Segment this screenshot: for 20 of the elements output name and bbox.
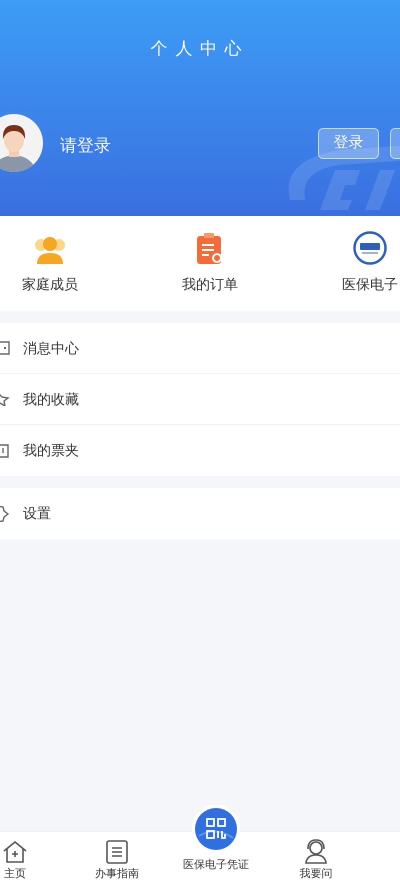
menu-row[interactable]: 设置 bbox=[0, 488, 400, 539]
emblem-icon bbox=[353, 231, 387, 265]
shortcut-item[interactable]: 家庭成员 bbox=[0, 216, 130, 311]
menu-row[interactable]: 我的收藏 bbox=[0, 374, 400, 425]
shortcut-item[interactable]: 医保电子 bbox=[290, 216, 400, 311]
menu-row[interactable]: 消息中心 bbox=[0, 323, 400, 374]
document-icon bbox=[106, 840, 128, 864]
tab-item[interactable]: 办事指南 bbox=[82, 838, 152, 882]
tab-item[interactable]: 主页 bbox=[0, 838, 50, 882]
shortcut-item[interactable]: 我的订单 bbox=[130, 216, 290, 311]
family-icon bbox=[34, 235, 66, 265]
tab-item[interactable]: 我要问 bbox=[281, 838, 351, 882]
page-title: 个人中心 bbox=[150, 38, 250, 60]
tab-item[interactable]: 医保电子凭证 bbox=[171, 804, 261, 874]
login-prompt: 请登录 bbox=[60, 135, 111, 157]
clipboard-icon bbox=[196, 233, 224, 265]
home-icon bbox=[2, 840, 28, 864]
avatar bbox=[0, 113, 44, 173]
menu-row[interactable]: 我的票夹 bbox=[0, 425, 400, 476]
headset-icon bbox=[303, 838, 329, 864]
